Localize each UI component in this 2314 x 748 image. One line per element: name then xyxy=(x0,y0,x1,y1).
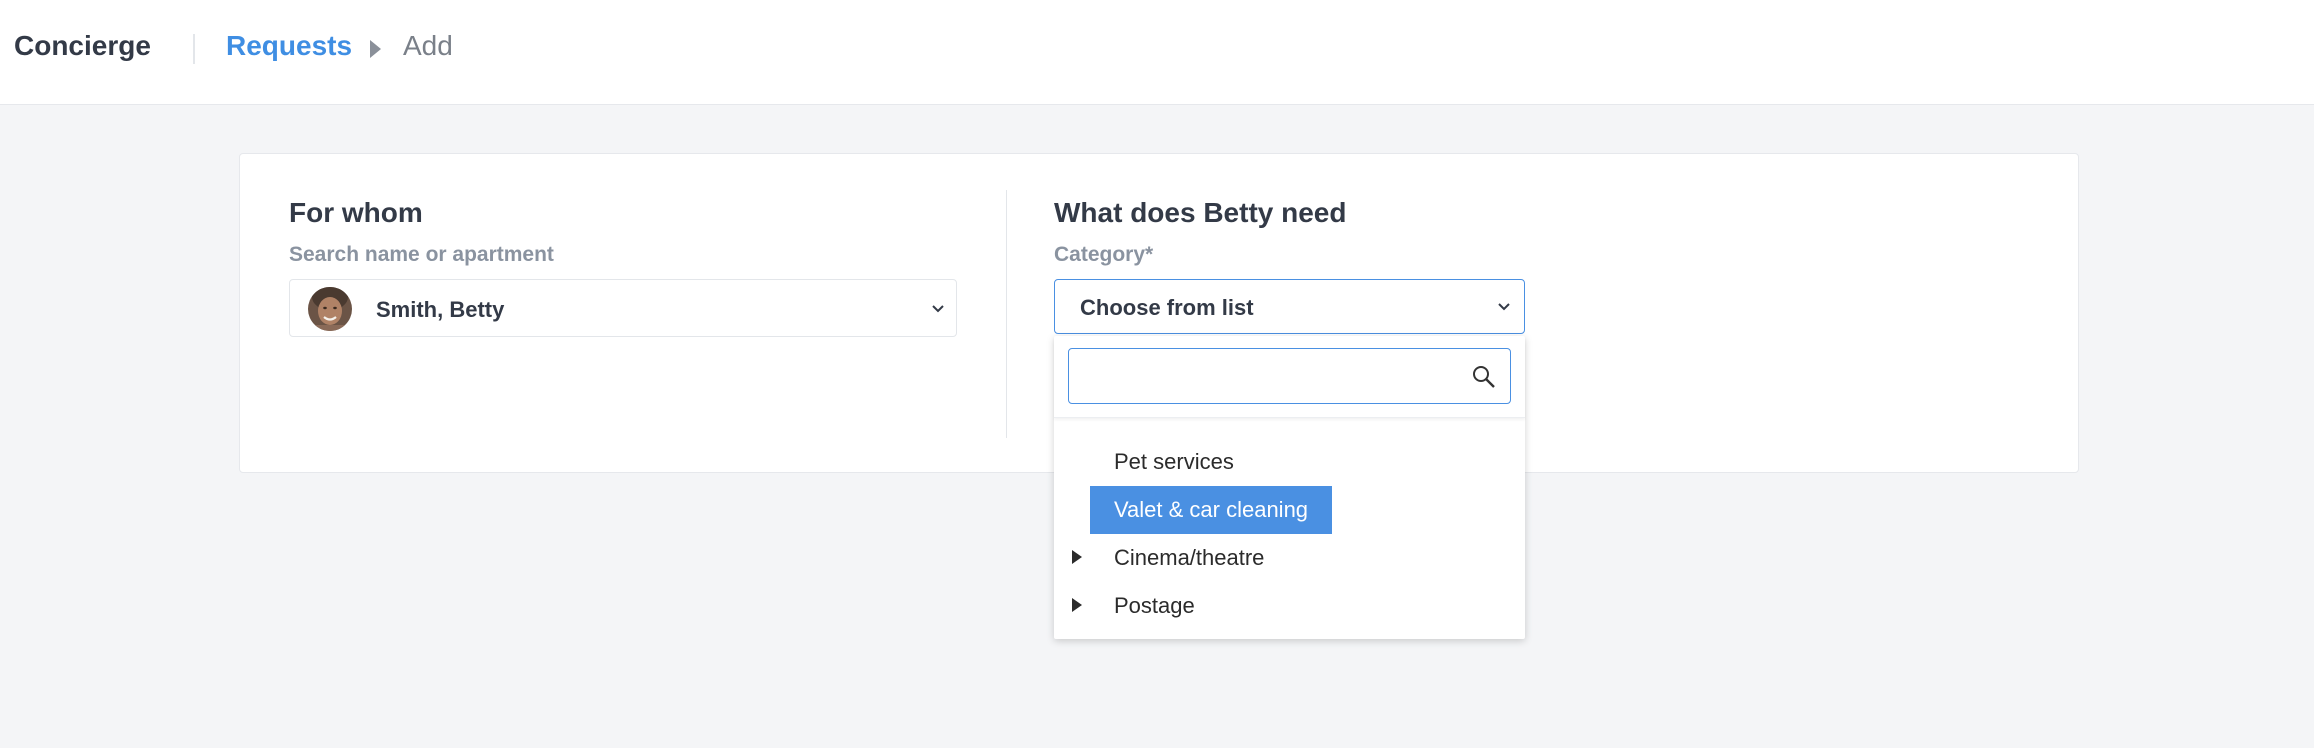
option-label: Cinema/theatre xyxy=(1114,545,1265,570)
option-label: Pet services xyxy=(1114,449,1234,474)
category-select[interactable]: Choose from list xyxy=(1054,279,1525,334)
avatar xyxy=(308,287,352,331)
expand-arrow-icon[interactable] xyxy=(1072,598,1082,612)
option-cinema-theatre[interactable]: Cinema/theatre xyxy=(1054,534,1494,582)
card-divider xyxy=(1006,190,1007,438)
selected-person-name: Smith, Betty xyxy=(376,297,505,322)
header-divider xyxy=(193,34,195,64)
option-label: Valet & car cleaning xyxy=(1114,497,1309,522)
person-search-label: Search name or apartment xyxy=(289,243,554,266)
chevron-down-icon xyxy=(1498,303,1510,311)
expand-arrow-icon[interactable] xyxy=(1072,550,1082,564)
breadcrumb-requests-link[interactable]: Requests xyxy=(226,30,352,62)
category-select-value: Choose from list xyxy=(1080,295,1254,320)
breadcrumb-current: Add xyxy=(403,30,453,61)
category-dropdown: Pet services Valet & car cleaning Cinema… xyxy=(1054,336,1525,639)
chevron-down-icon xyxy=(932,305,944,313)
for-whom-title: For whom xyxy=(289,197,423,228)
category-search-input[interactable] xyxy=(1068,348,1511,404)
option-label: Postage xyxy=(1114,593,1195,618)
dropdown-search-area xyxy=(1054,336,1525,418)
need-title: What does Betty need xyxy=(1054,197,1347,228)
option-pet-services[interactable]: Pet services xyxy=(1090,438,1490,486)
option-postage[interactable]: Postage xyxy=(1054,582,1494,630)
category-label: Category* xyxy=(1054,243,1154,266)
person-select[interactable]: Smith, Betty xyxy=(289,279,957,337)
top-header: Concierge Requests Add xyxy=(0,0,2314,105)
breadcrumb-chevron-right-icon xyxy=(370,40,381,58)
option-valet-car-cleaning[interactable]: Valet & car cleaning xyxy=(1090,486,1333,534)
app-title: Concierge xyxy=(14,30,151,61)
search-icon xyxy=(1473,366,1495,388)
